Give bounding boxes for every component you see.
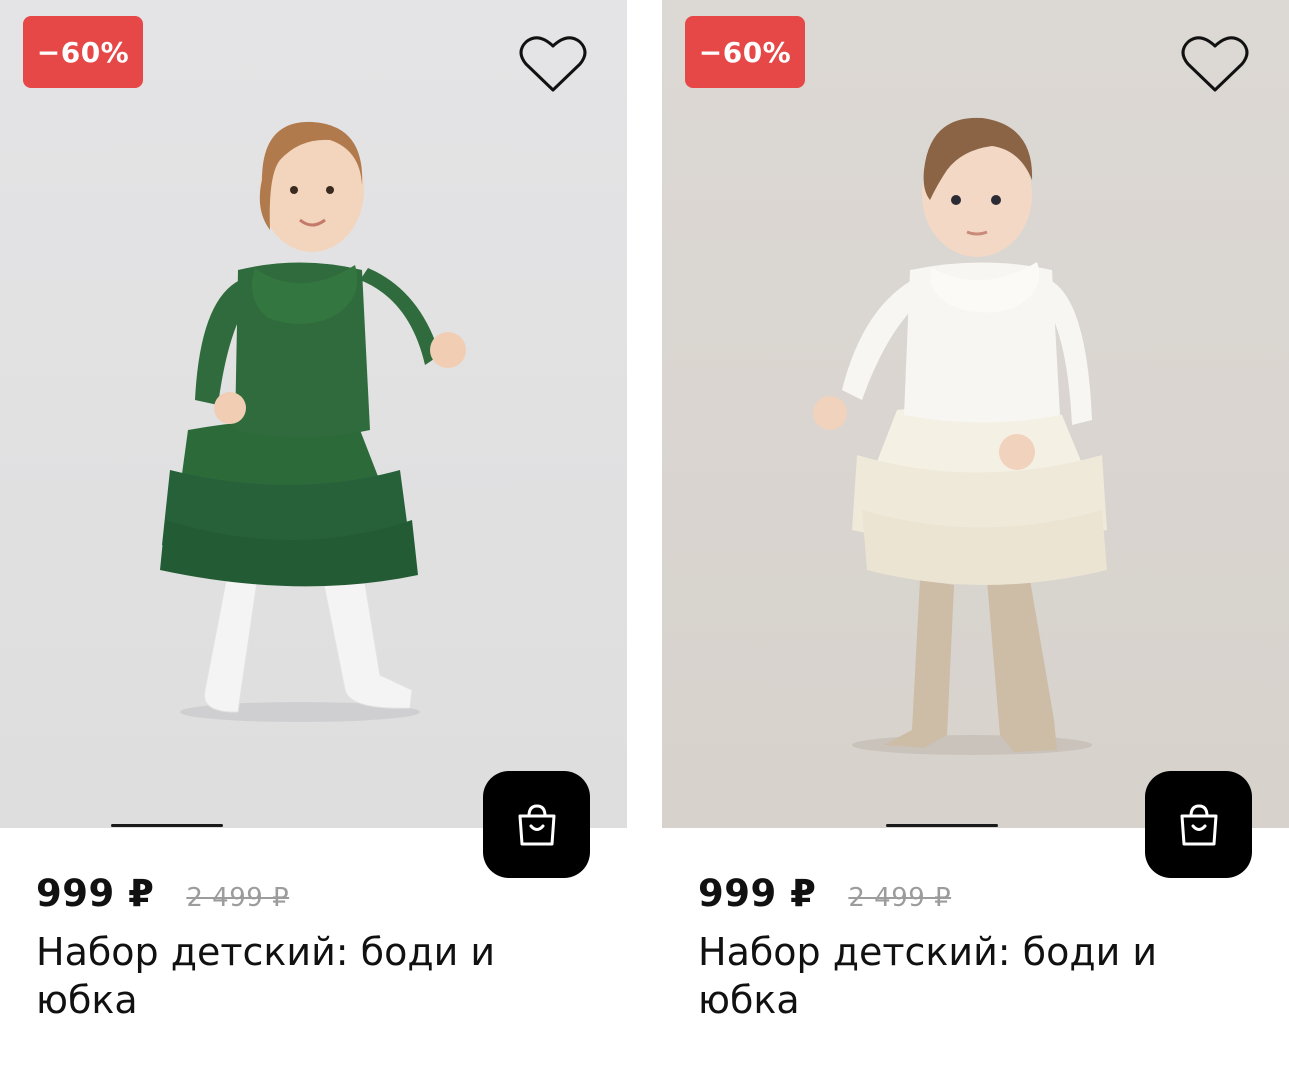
product-image[interactable]: −60% <box>0 0 627 828</box>
add-to-cart-button[interactable] <box>1145 771 1252 878</box>
child-green-outfit-illustration <box>160 121 466 722</box>
favorite-button[interactable] <box>518 32 588 96</box>
product-card[interactable]: −60% 999 ₽ 2 499 ₽ Набор детский: боди и… <box>0 0 627 1067</box>
image-pager-indicator <box>111 824 223 827</box>
product-title[interactable]: Набор детский: боди и юбка <box>698 928 1258 1024</box>
old-price: 2 499 ₽ <box>848 883 952 913</box>
price-row: 999 ₽ 2 499 ₽ <box>698 872 951 915</box>
product-grid: −60% 999 ₽ 2 499 ₽ Набор детский: боди и… <box>0 0 1289 1067</box>
heart-outline-icon <box>519 36 587 92</box>
current-price: 999 ₽ <box>698 872 817 915</box>
product-card[interactable]: −60% 999 ₽ 2 499 ₽ Набор детский: боди и… <box>662 0 1289 1067</box>
add-to-cart-button[interactable] <box>483 771 590 878</box>
current-price: 999 ₽ <box>36 872 155 915</box>
price-row: 999 ₽ 2 499 ₽ <box>36 872 289 915</box>
heart-outline-icon <box>1181 36 1249 92</box>
image-pager-indicator <box>886 824 998 827</box>
discount-badge: −60% <box>685 16 805 88</box>
product-image[interactable]: −60% <box>662 0 1289 828</box>
child-white-outfit-illustration <box>813 117 1107 755</box>
discount-badge: −60% <box>23 16 143 88</box>
favorite-button[interactable] <box>1180 32 1250 96</box>
product-title[interactable]: Набор детский: боди и юбка <box>36 928 596 1024</box>
shopping-bag-icon <box>1180 803 1217 845</box>
shopping-bag-icon <box>518 803 555 845</box>
old-price: 2 499 ₽ <box>186 883 290 913</box>
